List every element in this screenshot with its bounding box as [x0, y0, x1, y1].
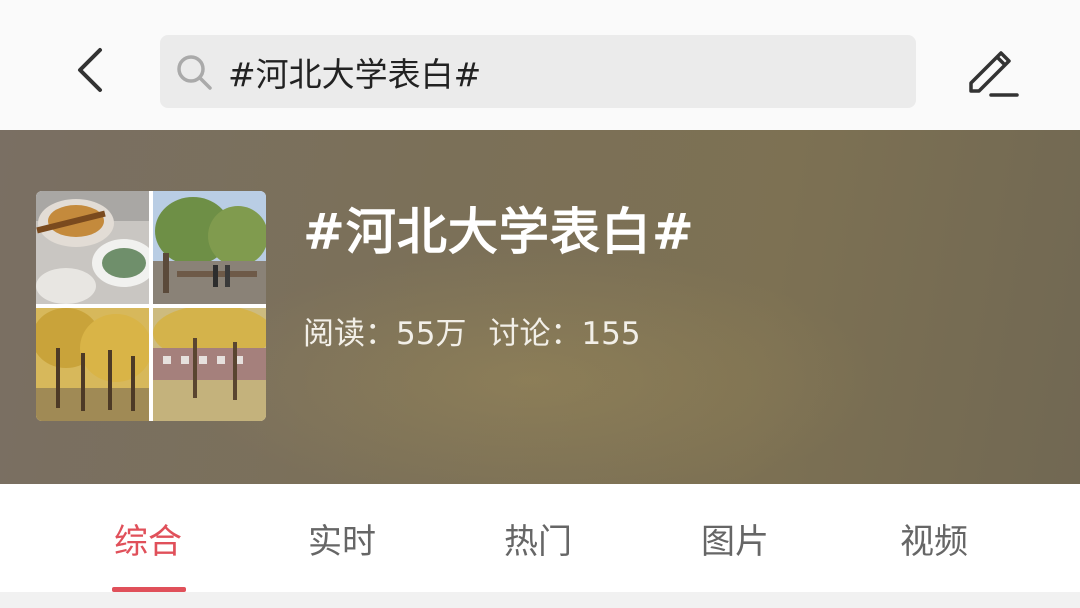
search-box[interactable]: #河北大学表白# [160, 35, 916, 108]
tab-bar: 综合 实时 热门 图片 视频 [0, 484, 1080, 592]
tab-videos[interactable]: 视频 [836, 484, 1032, 592]
topic-header: #河北大学表白# 阅读：55万 讨论：155 [0, 130, 1080, 484]
search-icon [174, 52, 214, 92]
tab-realtime[interactable]: 实时 [244, 484, 440, 592]
search-input[interactable]: #河北大学表白# [228, 48, 481, 96]
topic-title: #河北大学表白# [303, 203, 695, 261]
edit-button[interactable] [958, 36, 1024, 102]
top-bar: #河北大学表白# [0, 0, 1080, 130]
hero-background-glow [180, 250, 880, 484]
tab-comprehensive[interactable]: 综合 [50, 484, 246, 592]
food-photo [36, 191, 149, 304]
campus-building-photo [153, 308, 266, 421]
pencil-icon [969, 51, 1019, 97]
topic-thumbnail-grid[interactable] [36, 191, 266, 421]
discussions-count: 155 [581, 316, 641, 352]
willow-trees-photo [153, 191, 266, 304]
reads-label: 阅读： [303, 316, 396, 352]
reads-count: 55万 [396, 316, 467, 352]
content-divider [0, 592, 1080, 608]
back-button[interactable] [62, 40, 118, 100]
chevron-left-icon [78, 48, 102, 92]
tab-images[interactable]: 图片 [637, 484, 833, 592]
topic-stats: 阅读：55万 讨论：155 [303, 308, 641, 353]
tab-hot[interactable]: 热门 [440, 484, 636, 592]
discussions-label: 讨论： [488, 316, 582, 352]
ginkgo-trees-photo [36, 308, 149, 421]
